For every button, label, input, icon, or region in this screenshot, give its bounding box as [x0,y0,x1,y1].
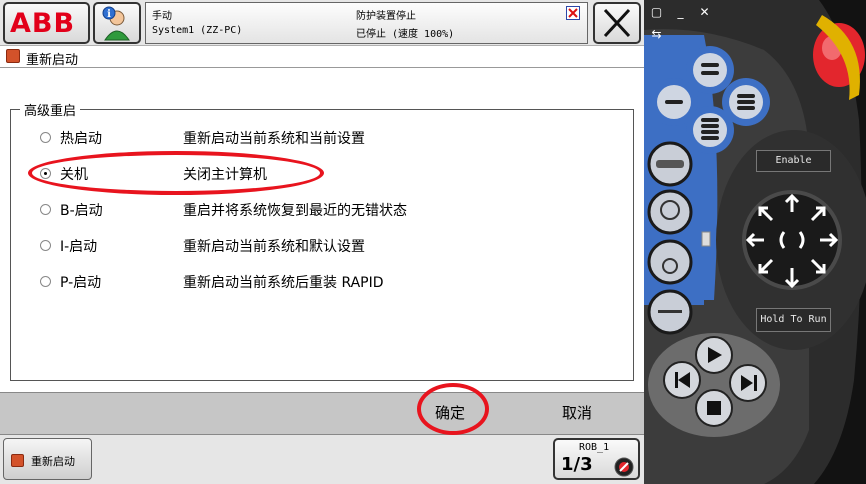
run-buttons [648,333,780,437]
quickset-button[interactable]: ROB_1 1/3 [553,438,640,480]
restart-content: 高级重启 热启动 重新启动当前系统和当前设置 关机 关闭主计算机 B-启动 重启… [0,68,644,392]
safety-status: 防护装置停止 [356,11,416,22]
window-title-bar: 重新启动 [0,46,644,68]
ok-button[interactable]: 确定 [410,393,490,436]
safety-status-icon [566,6,580,20]
enable-button[interactable]: Enable [756,150,831,172]
device-body [644,0,866,484]
event-log-button[interactable]: i [93,2,141,44]
option-description: 重启并将系统恢复到最近的无错状态 [183,203,407,219]
option-i-start[interactable]: I-启动 重新启动当前系统和默认设置 [40,236,600,256]
window-minimize-icon[interactable]: _ [674,6,687,19]
taskbar-item-label: 重新启动 [31,455,75,468]
option-b-start[interactable]: B-启动 重启并将系统恢复到最近的无错状态 [40,200,600,220]
svg-text:i: i [107,9,111,20]
radio-b-start[interactable] [40,204,51,215]
option-description: 关闭主计算机 [183,167,267,183]
window-close-icon[interactable]: ✕ [698,6,711,19]
option-name: 关机 [60,167,88,183]
close-icon [603,8,631,38]
flexpendant-device: ▢ _ ✕ ⇆ Enable Hold To Run [644,0,866,484]
option-description: 重新启动当前系统和默认设置 [183,239,365,255]
abb-logo: ABB [10,8,76,39]
info-user-icon: i [102,6,130,41]
option-name: 热启动 [60,131,102,147]
taskbar: 重新启动 ROB_1 1/3 [0,435,644,484]
option-shutdown[interactable]: 关机 关闭主计算机 [40,164,600,184]
rob-label: ROB_1 [579,442,610,453]
restart-window-icon [6,49,20,63]
taskbar-item-restart[interactable]: 重新启动 [3,438,92,480]
option-description: 重新启动当前系统和当前设置 [183,131,365,147]
radio-shutdown[interactable] [40,168,51,179]
option-name: I-启动 [60,239,98,255]
operating-mode: 手动 [152,11,172,22]
action-bar: 确定 取消 [0,392,644,435]
cancel-button[interactable]: 取消 [537,393,617,436]
hold-to-run-button[interactable]: Hold To Run [756,308,831,332]
option-p-start[interactable]: P-启动 重新启动当前系统后重装 RAPID [40,272,600,292]
status-bar[interactable]: 手动 System1 (ZZ-PC) 防护装置停止 已停止 (速度 100%) [145,2,588,44]
radio-i-start[interactable] [40,240,51,251]
top-bar: ABB i 手动 System1 (ZZ-PC) 防护装置停止 已停止 (速度 … [0,0,644,46]
option-name: P-启动 [60,275,102,291]
radio-p-start[interactable] [40,276,51,287]
flexpendant-screen: ABB i 手动 System1 (ZZ-PC) 防护装置停止 已停止 (速度 … [0,0,644,484]
radio-warm-start[interactable] [40,132,51,143]
system-name: System1 (ZZ-PC) [152,25,243,36]
option-warm-start[interactable]: 热启动 重新启动当前系统和当前设置 [40,128,600,148]
window-title: 重新启动 [26,53,79,68]
controller-state: 已停止 (速度 100%) [356,29,455,40]
rob-fraction: 1/3 [561,454,593,475]
rob-mode-icon [614,457,634,477]
group-label: 高级重启 [20,100,81,119]
option-name: B-启动 [60,203,103,219]
window-restore-icon[interactable]: ▢ [650,6,663,19]
close-button[interactable] [593,2,641,44]
restart-window-icon [11,454,24,467]
abb-menu-button[interactable]: ABB [3,2,90,44]
option-description: 重新启动当前系统后重装 RAPID [183,275,384,291]
swap-hand-icon[interactable]: ⇆ [650,28,663,41]
